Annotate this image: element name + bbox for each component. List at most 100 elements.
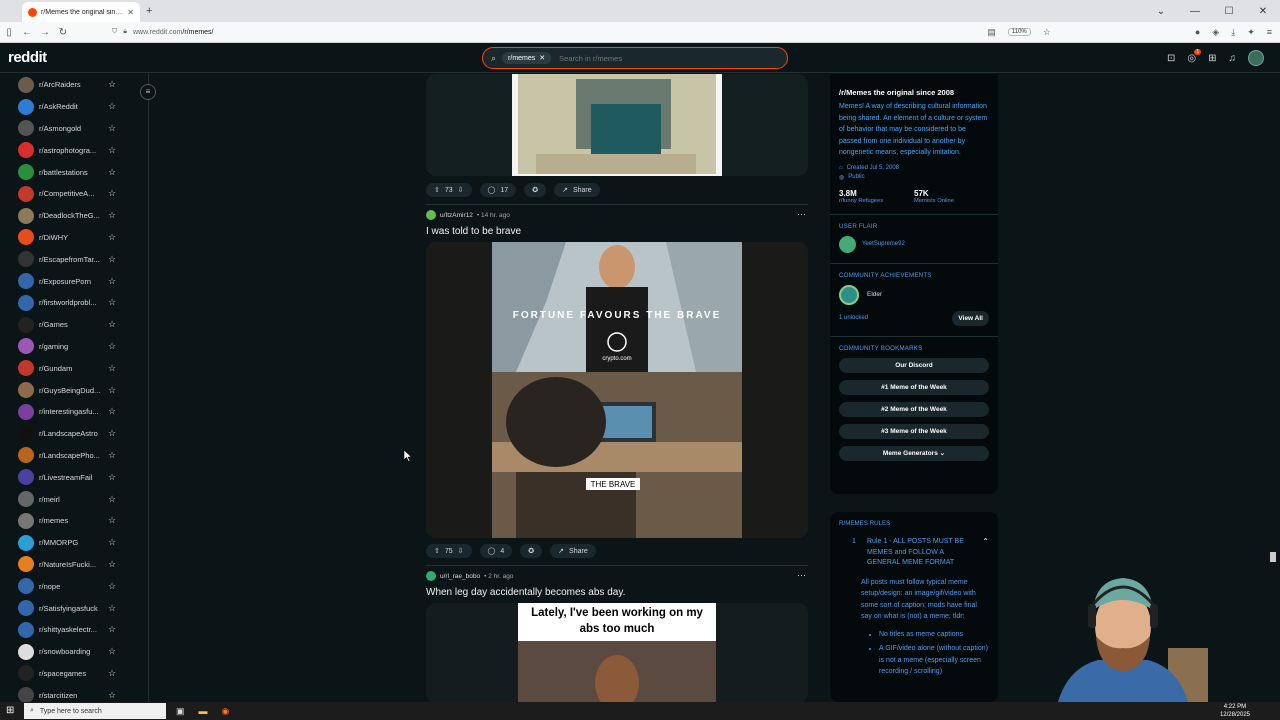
sidebar-item[interactable]: r/DiWHY ☆ — [0, 227, 148, 249]
new-tab-icon[interactable]: + — [146, 5, 152, 17]
user-avatar[interactable] — [426, 210, 436, 220]
favorite-star-icon[interactable]: ☆ — [108, 603, 116, 614]
upvote-icon[interactable]: ⇧ — [434, 186, 440, 194]
post-media[interactable]: Lately, I've been working on my abs too … — [426, 603, 808, 702]
browser-tab[interactable]: r/Memes the original since 20 ✕ — [22, 2, 140, 22]
chevron-down-icon[interactable]: ⌄ — [1144, 6, 1178, 17]
bookmark-meme-week-3[interactable]: #3 Meme of the Week — [839, 423, 989, 439]
scrollbar-thumb[interactable] — [1270, 552, 1276, 562]
maximize-icon[interactable]: ☐ — [1212, 6, 1246, 17]
sidebar-item[interactable]: r/LivestreamFail ☆ — [0, 466, 148, 488]
sidebar-item[interactable]: r/LandscapePho... ☆ — [0, 445, 148, 467]
sidebar-item[interactable]: r/astrophotogra... ☆ — [0, 139, 148, 161]
favorite-star-icon[interactable]: ☆ — [108, 101, 116, 112]
shield-extension-icon[interactable]: ◈ — [1212, 27, 1219, 38]
windows-start-icon[interactable]: ⊞ — [6, 705, 14, 716]
sidebar-item[interactable]: r/CompetitiveA... ☆ — [0, 183, 148, 205]
favorite-star-icon[interactable]: ☆ — [108, 79, 116, 90]
post-media[interactable]: FORTUNE FAVOURS THE BRAVE crypto.com THE… — [426, 242, 808, 538]
favorite-star-icon[interactable]: ☆ — [108, 123, 116, 134]
close-tab-icon[interactable]: ✕ — [127, 8, 134, 17]
achievement-elder[interactable]: Elder — [839, 284, 989, 305]
firefox-icon[interactable]: ◉ — [222, 706, 230, 717]
extension-icon[interactable]: ● — [1195, 27, 1200, 37]
favorite-star-icon[interactable]: ☆ — [108, 319, 116, 330]
post-author[interactable]: u/ItzAmir12 — [440, 212, 473, 219]
sidebar-item[interactable]: r/Gundam ☆ — [0, 357, 148, 379]
favorite-star-icon[interactable]: ☆ — [108, 406, 116, 417]
post-author[interactable]: u/rl_rae_bobo — [440, 573, 480, 580]
user-flair[interactable]: YeetSupreme92 — [839, 235, 989, 253]
award-button[interactable]: ✪ — [520, 544, 543, 558]
sidebar-item[interactable]: r/Asmongold ☆ — [0, 118, 148, 140]
sidebar-item[interactable]: r/spacegames ☆ — [0, 663, 148, 685]
favorite-star-icon[interactable]: ☆ — [108, 167, 116, 178]
sidebar-item[interactable]: r/gaming ☆ — [0, 336, 148, 358]
sidebar-item[interactable]: r/EscapefromTar... ☆ — [0, 248, 148, 270]
award-button[interactable]: ✪ — [524, 183, 547, 197]
file-explorer-icon[interactable]: ▬ — [199, 706, 208, 717]
sidebar-item[interactable]: r/shittyaskelectr... ☆ — [0, 619, 148, 641]
reload-icon[interactable]: ↻ — [54, 27, 72, 38]
favorite-star-icon[interactable]: ☆ — [108, 232, 116, 243]
sidebar-item[interactable]: r/firstworldprobl... ☆ — [0, 292, 148, 314]
favorite-star-icon[interactable]: ☆ — [108, 472, 116, 483]
advertise-icon[interactable]: ⊡ — [1167, 53, 1175, 64]
favorite-star-icon[interactable]: ☆ — [108, 537, 116, 548]
favorite-star-icon[interactable]: ☆ — [108, 690, 116, 701]
rule-item[interactable]: 1 Rule 1 - ALL POSTS MUST BE MEMES and F… — [839, 537, 989, 569]
sidebar-item[interactable]: r/Games ☆ — [0, 314, 148, 336]
favorite-star-icon[interactable]: ☆ — [108, 385, 116, 396]
sidebar-item[interactable]: r/nope ☆ — [0, 575, 148, 597]
favorite-star-icon[interactable]: ☆ — [108, 581, 116, 592]
downvote-icon[interactable]: ⇩ — [458, 186, 464, 194]
favorite-star-icon[interactable]: ☆ — [108, 363, 116, 374]
menu-icon[interactable]: ≡ — [1267, 27, 1272, 37]
bookmark-meme-generators[interactable]: Meme Generators ⌄ — [839, 445, 989, 461]
sidebar-item[interactable]: r/memes ☆ — [0, 510, 148, 532]
chat-icon[interactable]: ◎ 1 — [1187, 48, 1202, 64]
task-view-icon[interactable]: ▣ — [176, 706, 185, 717]
sidebar-item[interactable]: r/starcitizen ☆ — [0, 684, 148, 702]
zoom-level[interactable]: 110% — [1007, 28, 1031, 36]
collapse-sidebar-icon[interactable]: ≡ — [140, 84, 156, 100]
user-avatar[interactable] — [1248, 50, 1264, 66]
bookmark-star-icon[interactable]: ☆ — [1043, 27, 1051, 38]
favorite-star-icon[interactable]: ☆ — [108, 559, 116, 570]
minimize-icon[interactable]: — — [1178, 6, 1212, 17]
favorite-star-icon[interactable]: ☆ — [108, 515, 116, 526]
comments-button[interactable]: ◯ 17 — [479, 183, 517, 197]
sidebar-toggle-icon[interactable]: ▯ — [0, 27, 18, 38]
upvote-icon[interactable]: ⇧ — [434, 547, 440, 555]
vote-control[interactable]: ⇧ 73 ⇩ — [426, 183, 472, 197]
sidebar-item[interactable]: r/interestingasfu... ☆ — [0, 401, 148, 423]
favorite-star-icon[interactable]: ☆ — [108, 494, 116, 505]
favorite-star-icon[interactable]: ☆ — [108, 145, 116, 156]
sidebar-item[interactable]: r/battlestations ☆ — [0, 161, 148, 183]
chevron-up-icon[interactable]: ⌃ — [982, 537, 989, 569]
sidebar-item[interactable]: r/NatureIsFucki... ☆ — [0, 554, 148, 576]
sidebar-item[interactable]: r/ExposurePorn ☆ — [0, 270, 148, 292]
favorite-star-icon[interactable]: ☆ — [108, 341, 116, 352]
post-title[interactable]: When leg day accidentally becomes abs da… — [426, 587, 625, 598]
download-icon[interactable]: ⤓ — [1231, 27, 1235, 38]
create-post-icon[interactable]: ⊞ — [1208, 53, 1216, 64]
sidebar-item[interactable]: r/meirl ☆ — [0, 488, 148, 510]
sidebar-item[interactable]: r/AskReddit ☆ — [0, 96, 148, 118]
favorite-star-icon[interactable]: ☆ — [108, 276, 116, 287]
view-all-button[interactable]: View All — [952, 310, 989, 326]
back-icon[interactable]: ← — [18, 27, 36, 38]
url-field[interactable]: ⛉ 🔒︎ www.reddit.com/r/memes/ — [112, 28, 987, 36]
sidebar-item[interactable]: r/snowboarding ☆ — [0, 641, 148, 663]
sidebar-item[interactable]: r/GuysBeingDud... ☆ — [0, 379, 148, 401]
more-options-icon[interactable]: ⋯ — [797, 209, 806, 220]
favorite-star-icon[interactable]: ☆ — [108, 624, 116, 635]
comments-button[interactable]: ◯ 4 — [479, 544, 513, 558]
more-options-icon[interactable]: ⋯ — [797, 570, 806, 581]
sidebar-item[interactable]: r/ArcRaiders ☆ — [0, 74, 148, 96]
favorite-star-icon[interactable]: ☆ — [108, 428, 116, 439]
search-bar[interactable]: ⌕ r/memes ✕ — [482, 47, 788, 69]
favorite-star-icon[interactable]: ☆ — [108, 668, 116, 679]
share-button[interactable]: ↗ Share — [554, 183, 600, 197]
favorite-star-icon[interactable]: ☆ — [108, 450, 116, 461]
